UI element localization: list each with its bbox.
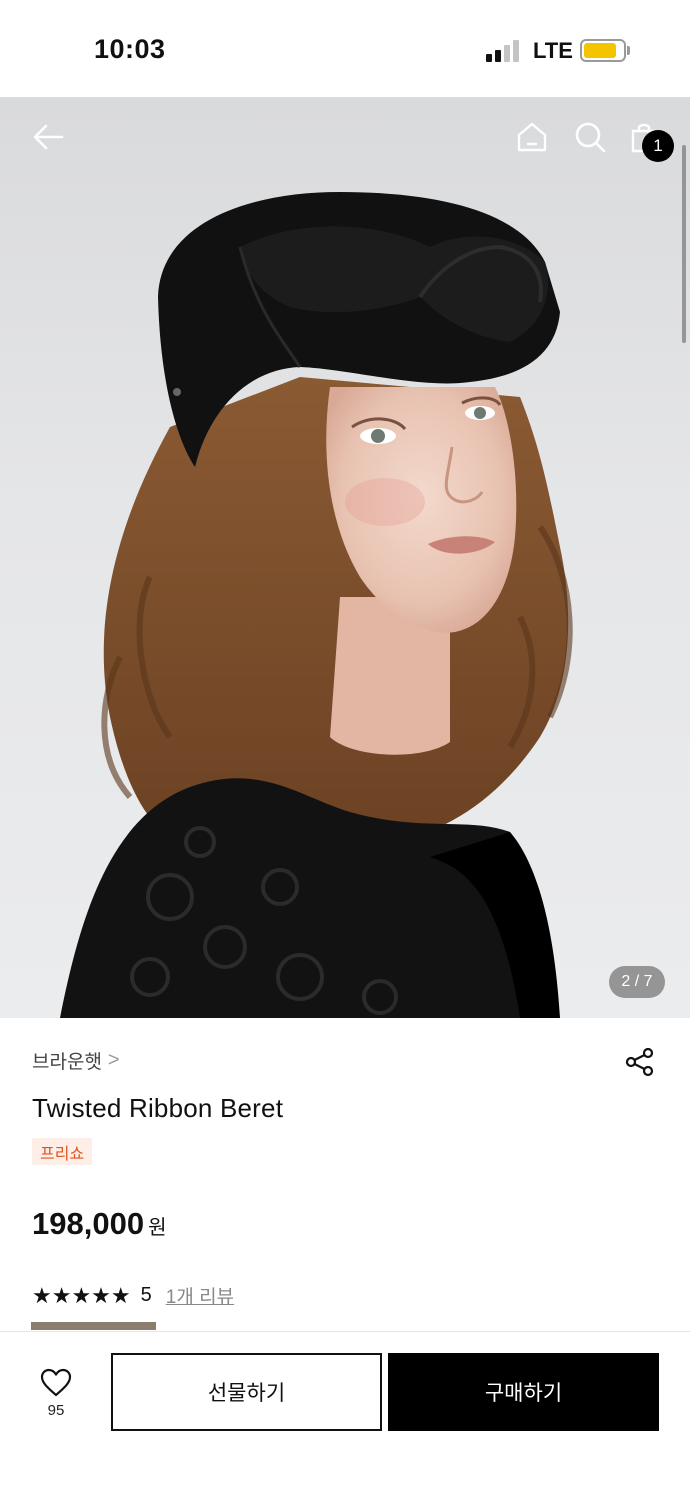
heart-icon: [40, 1368, 72, 1397]
battery-tip: [627, 46, 630, 55]
arrow-left-icon: [33, 124, 64, 150]
status-time: 10:03: [94, 34, 166, 64]
wishlist-button[interactable]: 95: [22, 1368, 90, 1428]
share-icon: [625, 1047, 654, 1077]
share-button[interactable]: [622, 1044, 658, 1080]
product-image-carousel[interactable]: 1 2 / 7: [0, 97, 690, 1018]
scrollbar[interactable]: [682, 145, 686, 343]
price-currency: 원: [148, 1217, 167, 1239]
rating-row: ★★★★★ 5 1개 리뷰: [32, 1282, 234, 1309]
status-bar: 10:03 LTE: [0, 0, 690, 97]
brand-link[interactable]: 브라운햇 >: [32, 1047, 120, 1074]
gallery-page-indicator: 2 / 7: [609, 966, 665, 998]
battery-icon: [580, 39, 626, 62]
star-rating-icon: ★★★★★: [32, 1282, 131, 1308]
chevron-right-icon: >: [107, 1049, 120, 1071]
preorder-tag: 프리쇼: [32, 1138, 93, 1165]
bottom-action-bar: 95 선물하기 구매하기: [0, 1331, 690, 1500]
home-button[interactable]: [510, 115, 554, 159]
home-icon: [517, 122, 547, 152]
brand-name: 브라운햇: [32, 1052, 102, 1073]
product-photo: [60, 192, 573, 1018]
network-type: LTE: [533, 38, 573, 63]
detail-image-thumbnail: [31, 1322, 156, 1330]
gift-button[interactable]: 선물하기: [111, 1353, 382, 1431]
wishlist-count: 95: [47, 1402, 65, 1419]
search-button[interactable]: [568, 115, 612, 159]
cart-count-badge: 1: [642, 130, 674, 162]
signal-strength-icon: [486, 40, 522, 62]
search-icon: [575, 122, 606, 153]
product-title: Twisted Ribbon Beret: [32, 1093, 284, 1123]
price-value: 198,000: [32, 1206, 145, 1241]
price: 198,000 원: [32, 1206, 166, 1242]
rating-score: 5: [140, 1284, 152, 1306]
back-button[interactable]: [26, 115, 70, 159]
review-link[interactable]: 1개 리뷰: [166, 1282, 234, 1309]
buy-button[interactable]: 구매하기: [388, 1353, 659, 1431]
